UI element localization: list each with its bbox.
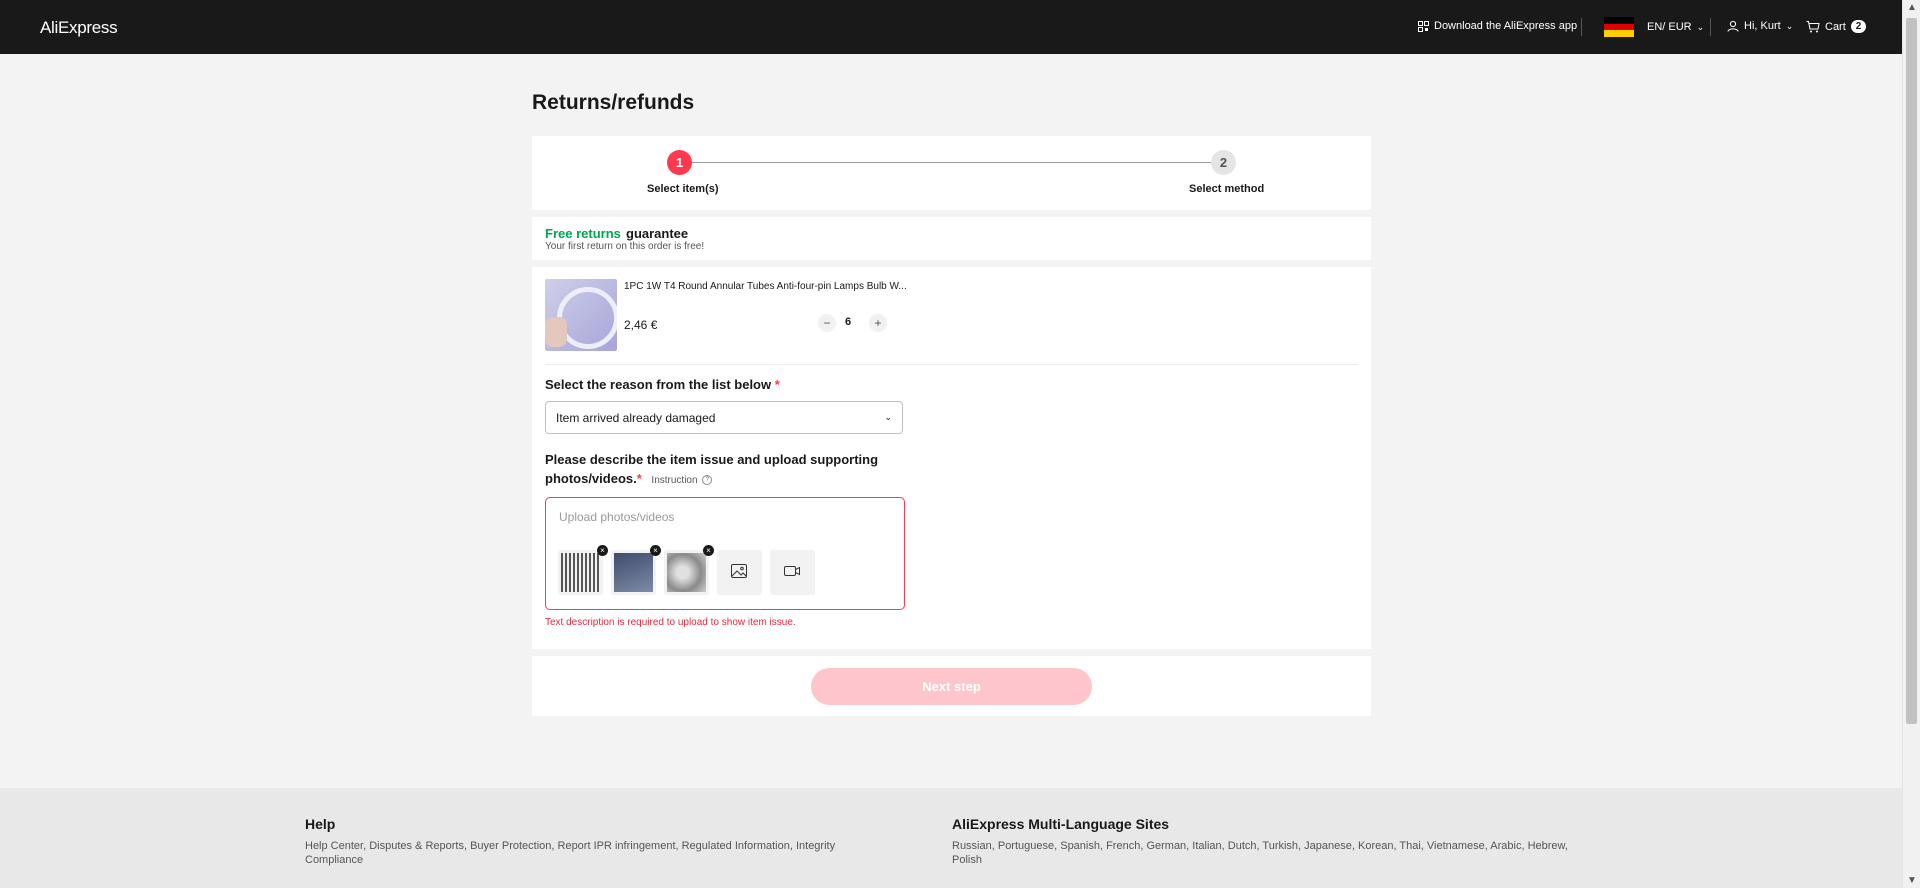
uploaded-photo-thumbnail[interactable]: × [558,545,608,595]
aliexpress-logo[interactable]: AliExpress [40,18,118,38]
lang-currency-label: EN/ EUR [1647,21,1692,33]
instruction-link[interactable]: Instruction ? [651,475,713,486]
download-app-link[interactable]: Download the AliExpress app [1418,20,1577,32]
add-photo-button[interactable] [717,550,762,595]
guarantee-subtitle: Your first return on this order is free! [545,241,705,252]
step-progress-line [679,162,1223,163]
language-currency-selector[interactable]: EN/ EUR ⌄ [1604,17,1704,37]
page-title: Returns/refunds [532,91,695,114]
footer: Help Help Center, Disputes & Reports, Bu… [0,788,1902,888]
quantity-increase-button[interactable]: + [869,314,887,332]
add-video-button[interactable] [770,550,815,595]
upload-error-message: Text description is required to upload t… [545,617,796,628]
remove-photo-icon[interactable]: × [703,545,714,556]
cart-icon [1806,20,1820,32]
free-returns-banner: Free returns guarantee Your first return… [532,217,1371,260]
cart-label: Cart [1825,20,1846,33]
reason-dropdown[interactable]: Item arrived already damaged ⌄ [545,401,903,434]
step-2-indicator: 2 [1211,150,1236,175]
page-scrollbar[interactable]: ▲ ▼ [1902,0,1920,888]
info-icon: ? [702,475,713,486]
upload-area[interactable]: Upload photos/videos × × × [545,497,905,610]
header-divider [1710,18,1711,36]
remove-photo-icon[interactable]: × [597,545,608,556]
step-2-label: Select method [1189,183,1265,195]
user-icon [1727,20,1739,32]
chevron-down-icon: ⌄ [1785,20,1794,31]
quantity-decrease-button[interactable]: − [818,314,836,332]
step-1-label: Select item(s) [647,183,719,195]
product-price: 2,46 € [624,318,658,332]
return-stepper: 1 2 Select item(s) Select method [532,136,1371,210]
required-mark: * [636,471,642,486]
germany-flag-icon [1604,17,1634,37]
chevron-down-icon: ⌄ [884,412,892,422]
reason-label-text: Select the reason from the list below [545,377,772,392]
cart-link[interactable]: Cart 2 [1806,20,1867,33]
footer-help-links[interactable]: Help Center, Disputes & Reports, Buyer P… [305,839,885,867]
download-app-label: Download the AliExpress app [1434,20,1578,32]
section-divider [545,364,1358,365]
return-form-card: 1PC 1W T4 Round Annular Tubes Anti-four-… [532,267,1371,649]
description-label: Please describe the item issue and uploa… [545,450,925,490]
cart-count-badge: 2 [1850,20,1867,33]
image-icon [731,564,747,578]
qr-code-icon [1418,20,1429,32]
next-step-button[interactable]: Next step [811,668,1092,705]
quantity-value: 6 [845,316,852,328]
footer-multilang-links[interactable]: Russian, Portuguese, Spanish, French, Ge… [952,839,1592,867]
product-title[interactable]: 1PC 1W T4 Round Annular Tubes Anti-four-… [624,281,907,292]
next-step-bar: Next step [532,656,1371,716]
guarantee-label: guarantee [626,226,689,241]
scrollbar-thumb[interactable] [1906,18,1917,724]
footer-help-title: Help [305,816,336,832]
uploaded-photo-thumbnail[interactable]: × [664,545,714,595]
user-greeting: Hi, Kurt [1744,20,1781,32]
instruction-label: Instruction [651,475,698,486]
step-1-indicator: 1 [667,150,692,175]
required-mark: * [774,377,780,392]
top-header: AliExpress Download the AliExpress app E… [0,0,1902,54]
reason-selected-value: Item arrived already damaged [556,411,716,425]
product-image [545,279,617,351]
scroll-down-arrow-icon[interactable]: ▼ [1907,875,1917,886]
video-icon [784,566,800,576]
account-menu[interactable]: Hi, Kurt ⌄ [1727,20,1793,32]
scroll-up-arrow-icon[interactable]: ▲ [1907,2,1917,13]
free-returns-highlight: Free returns [545,226,621,241]
chevron-down-icon: ⌄ [1696,21,1705,32]
footer-multilang-title: AliExpress Multi-Language Sites [952,816,1170,832]
upload-placeholder: Upload photos/videos [559,510,675,524]
uploaded-photo-thumbnail[interactable]: × [611,545,661,595]
reason-label: Select the reason from the list below * [545,377,780,392]
remove-photo-icon[interactable]: × [650,545,661,556]
header-divider [1581,18,1582,36]
